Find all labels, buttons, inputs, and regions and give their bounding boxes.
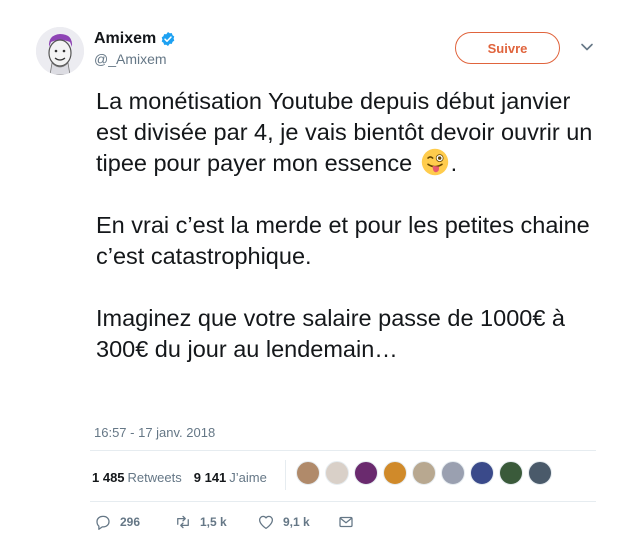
divider xyxy=(90,501,596,502)
liker-avatar[interactable] xyxy=(296,461,320,485)
liker-avatar[interactable] xyxy=(412,461,436,485)
chevron-down-icon[interactable] xyxy=(578,38,596,56)
liker-avatar[interactable] xyxy=(528,461,552,485)
author-handle[interactable]: @_Amixem xyxy=(94,51,176,67)
tweet-actions: 296 1,5 k 9,1 k xyxy=(94,513,363,531)
tweet-paragraph: La monétisation Youtube depuis début jan… xyxy=(96,86,596,179)
reply-button[interactable]: 296 xyxy=(94,513,174,531)
follow-button[interactable]: Suivre xyxy=(455,32,560,64)
tweet-paragraph-text: La monétisation Youtube depuis début jan… xyxy=(96,88,593,176)
author-block[interactable]: Amixem @_Amixem xyxy=(94,29,176,67)
like-count: 9,1 k xyxy=(283,515,310,529)
like-button[interactable]: 9,1 k xyxy=(257,513,337,531)
reply-icon xyxy=(96,515,110,530)
tweet-paragraph: Imaginez que votre salaire passe de 1000… xyxy=(96,305,566,362)
retweets-count: 1 485 xyxy=(92,469,125,485)
liker-avatar[interactable] xyxy=(354,461,378,485)
divider xyxy=(90,450,596,451)
retweet-button[interactable]: 1,5 k xyxy=(174,513,257,531)
stats-separator xyxy=(285,460,286,490)
likers-avatars xyxy=(296,461,557,485)
retweets-stat[interactable]: 1 485 Retweets xyxy=(92,470,182,485)
tweet-paragraph: En vrai c’est la merde et pour les petit… xyxy=(96,212,590,269)
tweet-stats: 1 485 Retweets 9 141 J’aime xyxy=(92,463,279,491)
message-button[interactable] xyxy=(337,513,363,531)
reply-count: 296 xyxy=(120,515,141,529)
liker-avatar[interactable] xyxy=(499,461,523,485)
liker-avatar[interactable] xyxy=(325,461,349,485)
heart-icon xyxy=(258,515,274,530)
tweet-paragraph-end: . xyxy=(450,150,458,176)
avatar-illustration xyxy=(36,27,84,75)
liker-avatar[interactable] xyxy=(470,461,494,485)
liker-avatar[interactable] xyxy=(441,461,465,485)
winking-face-with-tongue-icon xyxy=(421,148,448,176)
tweet-text: La monétisation Youtube depuis début jan… xyxy=(96,86,596,396)
tweet-card: Amixem @_Amixem Suivre La monétisation Y… xyxy=(0,0,623,552)
likes-label: J’aime xyxy=(229,469,267,485)
author-name-row: Amixem xyxy=(94,29,176,49)
retweets-label: Retweets xyxy=(127,469,182,485)
retweet-icon xyxy=(177,515,189,529)
likes-count: 9 141 xyxy=(193,469,227,485)
verified-badge-icon xyxy=(161,32,175,46)
likes-stat[interactable]: 9 141 J’aime xyxy=(194,470,267,485)
envelope-icon xyxy=(339,516,353,528)
liker-avatar[interactable] xyxy=(383,461,407,485)
retweet-count: 1,5 k xyxy=(200,515,227,529)
tweet-timestamp[interactable]: 16:57 - 17 janv. 2018 xyxy=(94,425,215,440)
author-avatar[interactable] xyxy=(36,27,84,75)
author-name[interactable]: Amixem xyxy=(94,30,156,48)
